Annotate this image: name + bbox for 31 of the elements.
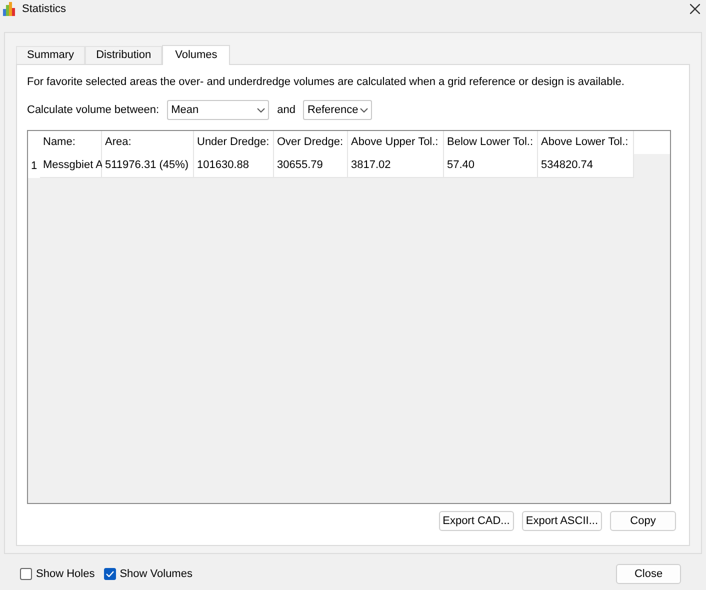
table-cell: 30655.79 — [274, 154, 348, 178]
close-icon[interactable] — [690, 4, 700, 14]
column-header[interactable]: Area: — [102, 131, 194, 154]
copy-button[interactable]: Copy — [610, 511, 676, 531]
tab[interactable]: Distribution — [85, 46, 162, 64]
reference-dropdown[interactable]: Reference — [303, 100, 372, 120]
chevron-down-icon — [360, 108, 368, 112]
table-cell: 3817.02 — [348, 154, 444, 178]
table-cell: 511976.31 (45%) — [102, 154, 194, 178]
tab[interactable]: Summary — [16, 46, 86, 64]
description-text: For favorite selected areas the over- and underdredge volumes are calculated when a grid reference or design is available. — [27, 75, 626, 90]
field-label: Calculate volume between: — [27, 102, 160, 118]
checkbox[interactable] — [20, 568, 32, 580]
window-title: Statistics — [22, 2, 66, 17]
table-cell: 101630.88 — [194, 154, 274, 178]
table-cell: 534820.74 — [538, 154, 634, 178]
mean-dropdown[interactable]: Mean — [167, 100, 270, 120]
checkbox[interactable] — [104, 568, 116, 580]
column-header[interactable]: Above Upper Tol.: — [348, 131, 444, 154]
close-button[interactable]: Close — [616, 564, 681, 584]
column-header[interactable]: Above Lower Tol.: — [538, 131, 634, 154]
checkbox-label: Show Volumes — [120, 566, 192, 582]
checkbox-label: Show Holes — [36, 566, 95, 582]
row-number: 1 — [28, 154, 40, 178]
table-cell: 57.40 — [444, 154, 538, 178]
bar-chart-icon — [3, 2, 16, 16]
joiner-text: and — [277, 102, 296, 118]
tab[interactable]: Volumes — [162, 45, 230, 65]
chevron-down-icon — [257, 108, 266, 112]
export-button[interactable]: Export ASCII... — [522, 511, 602, 531]
export-button[interactable]: Export CAD... — [438, 511, 514, 531]
